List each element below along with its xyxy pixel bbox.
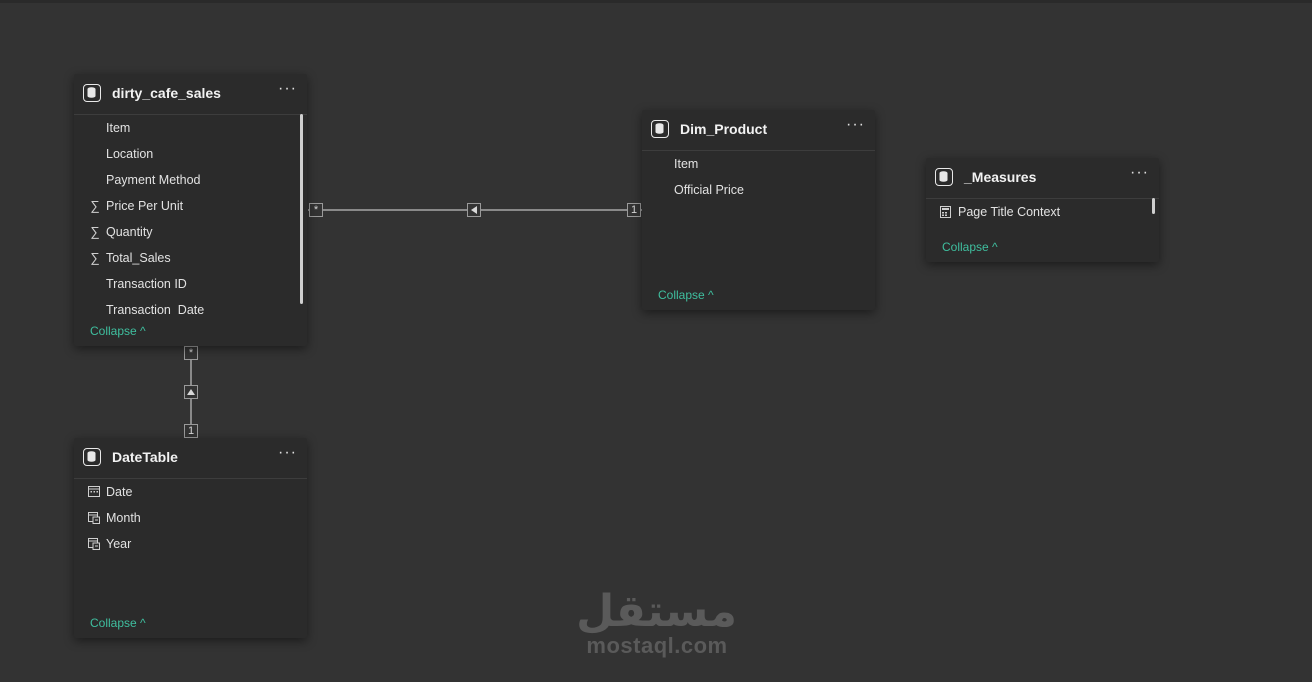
table-icon [83,448,101,466]
field-list: Date Month Year [74,479,307,559]
collapse-link[interactable]: Collapse ^ [658,288,714,302]
sigma-icon: ∑ [90,250,100,265]
relationship-one-marker: 1 [627,203,641,217]
top-strip [0,0,1312,3]
sigma-icon: ∑ [90,224,100,239]
more-options-icon[interactable]: ··· [1130,164,1149,182]
field-payment-method[interactable]: Payment Method [74,167,307,193]
watermark-arabic: مستقل [576,586,737,637]
table-title: Dim_Product [680,121,768,137]
chevron-up-icon: ^ [140,324,146,338]
field-date[interactable]: Date [74,479,307,505]
table-header[interactable]: Dim_Product ··· [642,110,875,151]
collapse-link[interactable]: Collapse ^ [90,324,146,338]
field-quantity[interactable]: ∑ Quantity [74,219,307,245]
field-total-sales[interactable]: ∑ Total_Sales [74,245,307,271]
relationship-many-marker: * [309,203,323,217]
table-header[interactable]: dirty_cafe_sales ··· [74,74,307,115]
watermark-latin: mostaql.com [586,633,728,658]
field-list: Page Title Context [926,199,1159,229]
field-month[interactable]: Month [74,505,307,531]
field-year[interactable]: Year [74,531,307,557]
more-options-icon[interactable]: ··· [278,80,297,98]
table-title: dirty_cafe_sales [112,85,221,101]
watermark: مستقل mostaql.com [576,586,737,658]
chevron-up-icon: ^ [140,616,146,630]
table-card-dirty-cafe-sales[interactable]: dirty_cafe_sales ··· Item Location Payme… [74,74,307,346]
field-item[interactable]: Item [642,151,875,177]
chevron-up-icon: ^ [708,288,714,302]
scrollbar[interactable] [1152,198,1155,214]
collapse-link[interactable]: Collapse ^ [942,240,998,254]
table-card-measures[interactable]: _Measures ··· Page Title Context Collaps… [926,158,1159,262]
field-list: Item Official Price [642,151,875,211]
field-price-per-unit[interactable]: ∑ Price Per Unit [74,193,307,219]
table-title: _Measures [964,169,1037,185]
field-transaction-date[interactable]: Transaction_Date [74,297,307,315]
field-list: Item Location Payment Method ∑ Price Per … [74,115,307,315]
sigma-icon: ∑ [90,198,100,213]
table-card-datetable[interactable]: DateTable ··· Date Month Year Collapse ^ [74,438,307,638]
relationship-direction-up-icon[interactable] [184,385,198,399]
field-location[interactable]: Location [74,141,307,167]
field-transaction-id[interactable]: Transaction ID [74,271,307,297]
field-official-price[interactable]: Official Price [642,177,875,203]
table-card-dim-product[interactable]: Dim_Product ··· Item Official Price Coll… [642,110,875,310]
scrollbar[interactable] [300,114,303,304]
table-title: DateTable [112,449,178,465]
relationship-direction-left-icon[interactable] [467,203,481,217]
more-options-icon[interactable]: ··· [846,116,865,134]
field-page-title-context[interactable]: Page Title Context [926,199,1159,225]
relationship-one-marker-vertical: 1 [184,424,198,438]
table-icon [651,120,669,138]
chevron-up-icon: ^ [992,240,998,254]
table-header[interactable]: _Measures ··· [926,158,1159,199]
more-options-icon[interactable]: ··· [278,444,297,462]
table-icon [83,84,101,102]
collapse-link[interactable]: Collapse ^ [90,616,146,630]
table-icon [935,168,953,186]
field-item[interactable]: Item [74,115,307,141]
table-header[interactable]: DateTable ··· [74,438,307,479]
relationship-many-marker-vertical: * [184,346,198,360]
